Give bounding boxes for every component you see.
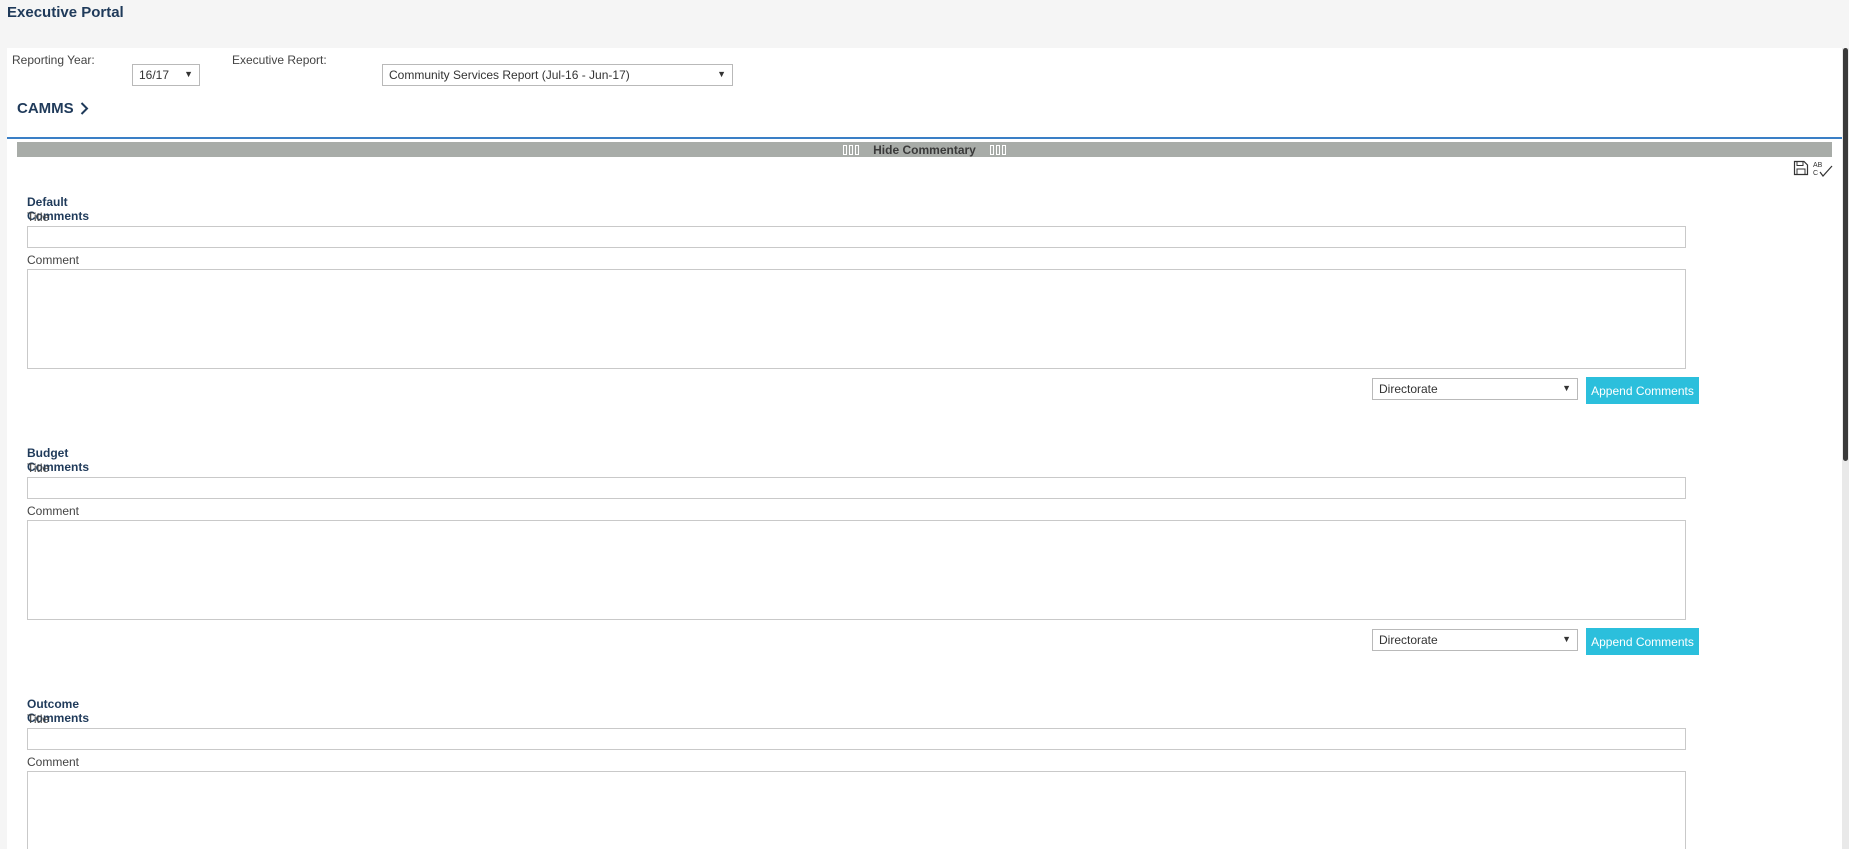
executive-report-label: Executive Report: xyxy=(232,53,327,67)
svg-text:AB: AB xyxy=(1813,162,1823,169)
title-label: Title xyxy=(27,210,50,224)
directorate-select[interactable]: Directorate ▼ xyxy=(1372,378,1578,400)
scrollbar-thumb[interactable] xyxy=(1843,48,1848,461)
commentary-toolbar: AB C xyxy=(1793,160,1834,178)
hide-commentary-bar[interactable]: Hide Commentary xyxy=(17,142,1832,157)
reporting-year-value: 16/17 xyxy=(139,68,170,82)
hide-commentary-label: Hide Commentary xyxy=(873,142,976,157)
title-input[interactable] xyxy=(27,728,1686,750)
directorate-value: Directorate xyxy=(1379,633,1438,647)
comment-textarea[interactable] xyxy=(27,269,1686,369)
page-title: Executive Portal xyxy=(7,4,124,21)
grip-icon xyxy=(989,144,1006,155)
chevron-right-icon xyxy=(80,102,89,115)
spellcheck-icon[interactable]: AB C xyxy=(1812,160,1834,178)
comment-textarea[interactable] xyxy=(27,520,1686,620)
save-icon[interactable] xyxy=(1793,160,1809,176)
svg-text:C: C xyxy=(1813,170,1818,177)
main-panel: Reporting Year: 16/17 ▼ Executive Report… xyxy=(7,48,1842,849)
title-label: Title xyxy=(27,461,50,475)
comment-label: Comment xyxy=(27,253,80,267)
comment-label: Comment xyxy=(27,755,80,769)
chevron-down-icon: ▼ xyxy=(1562,634,1571,644)
append-comments-button[interactable]: Append Comments xyxy=(1586,377,1699,404)
reporting-year-select[interactable]: 16/17 ▼ xyxy=(132,64,200,86)
vertical-scrollbar[interactable] xyxy=(1842,48,1849,849)
grip-icon xyxy=(843,144,860,155)
directorate-value: Directorate xyxy=(1379,382,1438,396)
reporting-year-label: Reporting Year: xyxy=(12,53,95,67)
directorate-select[interactable]: Directorate ▼ xyxy=(1372,629,1578,651)
title-input[interactable] xyxy=(27,477,1686,499)
chevron-down-icon: ▼ xyxy=(184,69,193,79)
comment-label: Comment xyxy=(27,504,80,518)
breadcrumb[interactable]: CAMMS xyxy=(17,100,89,117)
chevron-down-icon: ▼ xyxy=(1562,383,1571,393)
divider xyxy=(7,137,1842,139)
title-input[interactable] xyxy=(27,226,1686,248)
comment-textarea[interactable] xyxy=(27,771,1686,849)
chevron-down-icon: ▼ xyxy=(717,69,726,79)
executive-report-value: Community Services Report (Jul-16 - Jun-… xyxy=(389,68,630,82)
executive-report-select[interactable]: Community Services Report (Jul-16 - Jun-… xyxy=(382,64,733,86)
title-label: Title xyxy=(27,712,50,726)
append-comments-button[interactable]: Append Comments xyxy=(1586,628,1699,655)
breadcrumb-label: CAMMS xyxy=(17,100,74,117)
